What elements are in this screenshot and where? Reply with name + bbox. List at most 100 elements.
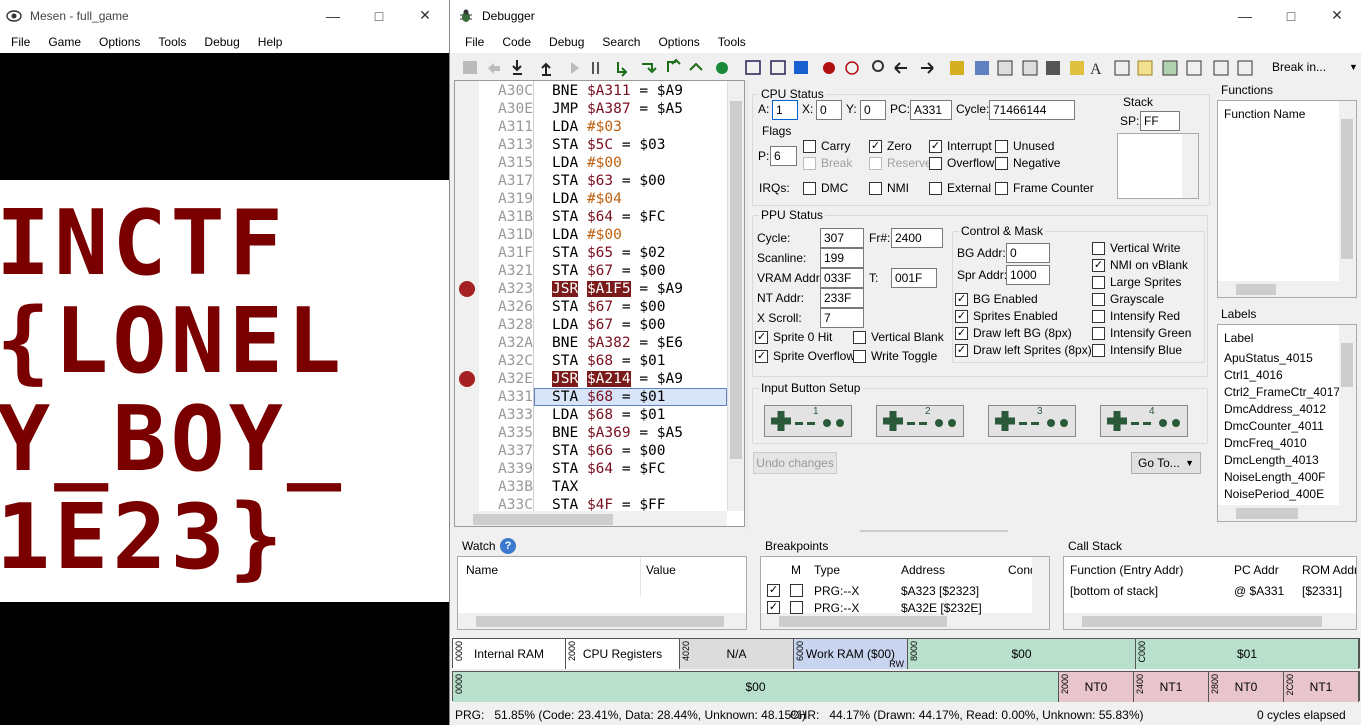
flag-carry-checkbox[interactable]: Carry xyxy=(803,139,850,153)
mask-intensify-red-checkbox[interactable]: Intensify Red xyxy=(1092,309,1180,323)
checkbox-box[interactable] xyxy=(803,156,816,170)
mesen-close-button[interactable]: ✕ xyxy=(402,0,448,31)
sp-field[interactable]: FF xyxy=(1140,111,1180,131)
code-line[interactable]: A319 LDA #$04 xyxy=(455,190,727,208)
watch-hscrollbar[interactable] xyxy=(458,613,746,629)
debugger-menu-options[interactable]: Options xyxy=(649,35,708,49)
reg-a-field[interactable]: 1 xyxy=(772,100,798,120)
reg-y-field[interactable]: 0 xyxy=(860,100,886,120)
label-item[interactable]: DmcLength_4013 xyxy=(1218,452,1338,469)
stack-vscrollbar[interactable] xyxy=(1182,134,1198,198)
label-item[interactable]: DmcFreq_4010 xyxy=(1218,435,1338,452)
flag-negative-checkbox[interactable]: Negative xyxy=(995,156,1060,170)
ppu-sprite-0-hit-checkbox[interactable]: ✓ Sprite 0 Hit xyxy=(755,330,832,344)
nt-addr-field[interactable]: 233F xyxy=(820,288,864,308)
code-hscroll-thumb[interactable] xyxy=(473,514,613,525)
code-splitter[interactable] xyxy=(746,80,748,530)
checkbox-box[interactable] xyxy=(853,330,866,344)
ppu-mem-block[interactable]: 2C00 NT1 xyxy=(1284,672,1359,702)
spr-addr-field[interactable]: 1000 xyxy=(1006,265,1050,285)
functions-hscroll-thumb[interactable] xyxy=(1236,284,1276,295)
cs-col-function[interactable]: Function (Entry Addr) xyxy=(1070,563,1183,577)
debugger-menu-debug[interactable]: Debug xyxy=(540,35,593,49)
mesen-maximize-button[interactable]: □ xyxy=(356,0,402,31)
mesen-menu-options[interactable]: Options xyxy=(90,35,149,49)
checkbox-box[interactable] xyxy=(1092,292,1105,306)
code-line[interactable]: A339 STA $64 = $FC xyxy=(455,460,727,478)
code-line[interactable]: A323 JSR $A1F5 = $A9 xyxy=(455,280,727,298)
bottom-splitter[interactable] xyxy=(860,530,1008,532)
flag-interrupt-checkbox[interactable]: ✓ Interrupt xyxy=(929,139,992,153)
mask-draw-left-sprites-8px--checkbox[interactable]: ✓ Draw left Sprites (8px) xyxy=(955,343,1092,357)
breakpoint-enabled-checkbox[interactable]: ✓ xyxy=(767,601,780,614)
labels-vscroll-thumb[interactable] xyxy=(1341,343,1353,387)
mask-large-sprites-checkbox[interactable]: Large Sprites xyxy=(1092,275,1181,289)
checkbox-box[interactable] xyxy=(995,156,1008,170)
functions-list[interactable]: Function Name xyxy=(1217,100,1357,298)
label-item[interactable]: DmcCounter_4011 xyxy=(1218,418,1338,435)
callstack-list[interactable]: Function (Entry Addr) PC Addr ROM Addr [… xyxy=(1063,556,1357,630)
checkbox-box[interactable]: ✓ xyxy=(955,326,968,340)
mask-vertical-write-checkbox[interactable]: Vertical Write xyxy=(1092,241,1180,255)
label-item[interactable]: Ctrl2_FrameCtr_4017 xyxy=(1218,384,1340,401)
undo-changes-button[interactable]: Undo changes xyxy=(753,452,837,474)
reg-pc-field[interactable]: A331 xyxy=(910,100,952,120)
flag-zero-checkbox[interactable]: ✓ Zero xyxy=(869,139,912,153)
ppu-write-toggle-checkbox[interactable]: Write Toggle xyxy=(853,349,937,363)
mask-sprites-enabled-checkbox[interactable]: ✓ Sprites Enabled xyxy=(955,309,1058,323)
cpu-mem-block[interactable]: C000 $01 xyxy=(1136,639,1359,669)
code-line[interactable]: A30C BNE $A311 = $A9 xyxy=(455,82,727,100)
irq-nmi-checkbox[interactable]: NMI xyxy=(869,181,909,195)
label-item[interactable]: Ctrl1_4016 xyxy=(1218,367,1338,384)
checkbox-box[interactable] xyxy=(1092,241,1105,255)
labels-header[interactable]: Label xyxy=(1224,331,1253,345)
code-line[interactable]: A313 STA $5C = $03 xyxy=(455,136,727,154)
mask-intensify-blue-checkbox[interactable]: Intensify Blue xyxy=(1092,343,1182,357)
functions-vscrollbar[interactable] xyxy=(1339,101,1356,281)
code-line[interactable]: A33B TAX xyxy=(455,478,727,496)
cs-hscroll-thumb[interactable] xyxy=(1082,616,1322,627)
code-line[interactable]: A32C STA $68 = $01 xyxy=(455,352,727,370)
mask-bg-enabled-checkbox[interactable]: ✓ BG Enabled xyxy=(955,292,1038,306)
ppu-cycle-field[interactable]: 307 xyxy=(820,228,864,248)
watch-list[interactable]: Name Value xyxy=(457,556,747,630)
controller-2-button[interactable]: 2 xyxy=(876,405,964,437)
code-line[interactable]: A317 STA $63 = $00 xyxy=(455,172,727,190)
checkbox-box[interactable] xyxy=(929,181,942,195)
debugger-menu-code[interactable]: Code xyxy=(493,35,540,49)
cpu-mem-block[interactable]: 2000 CPU Registers xyxy=(566,639,680,669)
labels-list[interactable]: Label ApuStatus_4015 Ctrl1_4016 Ctrl2_Fram… xyxy=(1217,324,1357,522)
code-view[interactable]: A30C BNE $A311 = $A9 A30E JMP $A387 = $A5 A3… xyxy=(454,80,745,527)
breakpoint-mark-checkbox[interactable] xyxy=(790,584,803,597)
mesen-menu-debug[interactable]: Debug xyxy=(195,35,248,49)
mesen-menu-file[interactable]: File xyxy=(2,35,39,49)
flag-reserved-checkbox[interactable]: Reserved xyxy=(869,156,938,170)
ppu-vertical-blank-checkbox[interactable]: Vertical Blank xyxy=(853,330,944,344)
label-item[interactable]: ApuStatus_4015 xyxy=(1218,350,1338,367)
controller-4-button[interactable]: 4 xyxy=(1100,405,1188,437)
code-line[interactable]: A335 BNE $A369 = $A5 xyxy=(455,424,727,442)
breakpoint-row[interactable]: ✓ PRG:--X $A32E [$232E] xyxy=(761,600,1031,617)
cs-hscrollbar[interactable] xyxy=(1064,613,1356,629)
functions-header[interactable]: Function Name xyxy=(1224,107,1305,121)
break-in-button[interactable]: Break in... xyxy=(1272,60,1326,74)
label-item[interactable]: NoisePeriod_400E xyxy=(1218,486,1338,503)
breakpoint-marker-icon[interactable] xyxy=(459,371,475,387)
checkbox-box[interactable]: ✓ xyxy=(1092,258,1105,272)
functions-hscrollbar[interactable] xyxy=(1218,281,1356,297)
watch-name-col[interactable]: Name xyxy=(466,563,498,577)
mesen-minimize-button[interactable]: — xyxy=(310,0,356,31)
checkbox-box[interactable]: ✓ xyxy=(955,343,968,357)
cpu-mem-block[interactable]: 6000 Work RAM ($00) RW xyxy=(794,639,908,669)
checkbox-box[interactable] xyxy=(1092,343,1105,357)
debugger-minimize-button[interactable]: — xyxy=(1222,0,1268,31)
breakpoint-marker-icon[interactable] xyxy=(459,281,475,297)
mask-nmi-on-vblank-checkbox[interactable]: ✓ NMI on vBlank xyxy=(1092,258,1188,272)
code-line[interactable]: A328 LDA $67 = $00 xyxy=(455,316,727,334)
labels-vscrollbar[interactable] xyxy=(1339,325,1356,505)
callstack-row[interactable]: [bottom of stack] @ $A331 [$2331] xyxy=(1064,583,1354,600)
labels-hscrollbar[interactable] xyxy=(1218,505,1356,521)
bp-col-type[interactable]: Type xyxy=(814,563,840,577)
irq-dmc-checkbox[interactable]: DMC xyxy=(803,181,848,195)
scanline-field[interactable]: 199 xyxy=(820,248,864,268)
